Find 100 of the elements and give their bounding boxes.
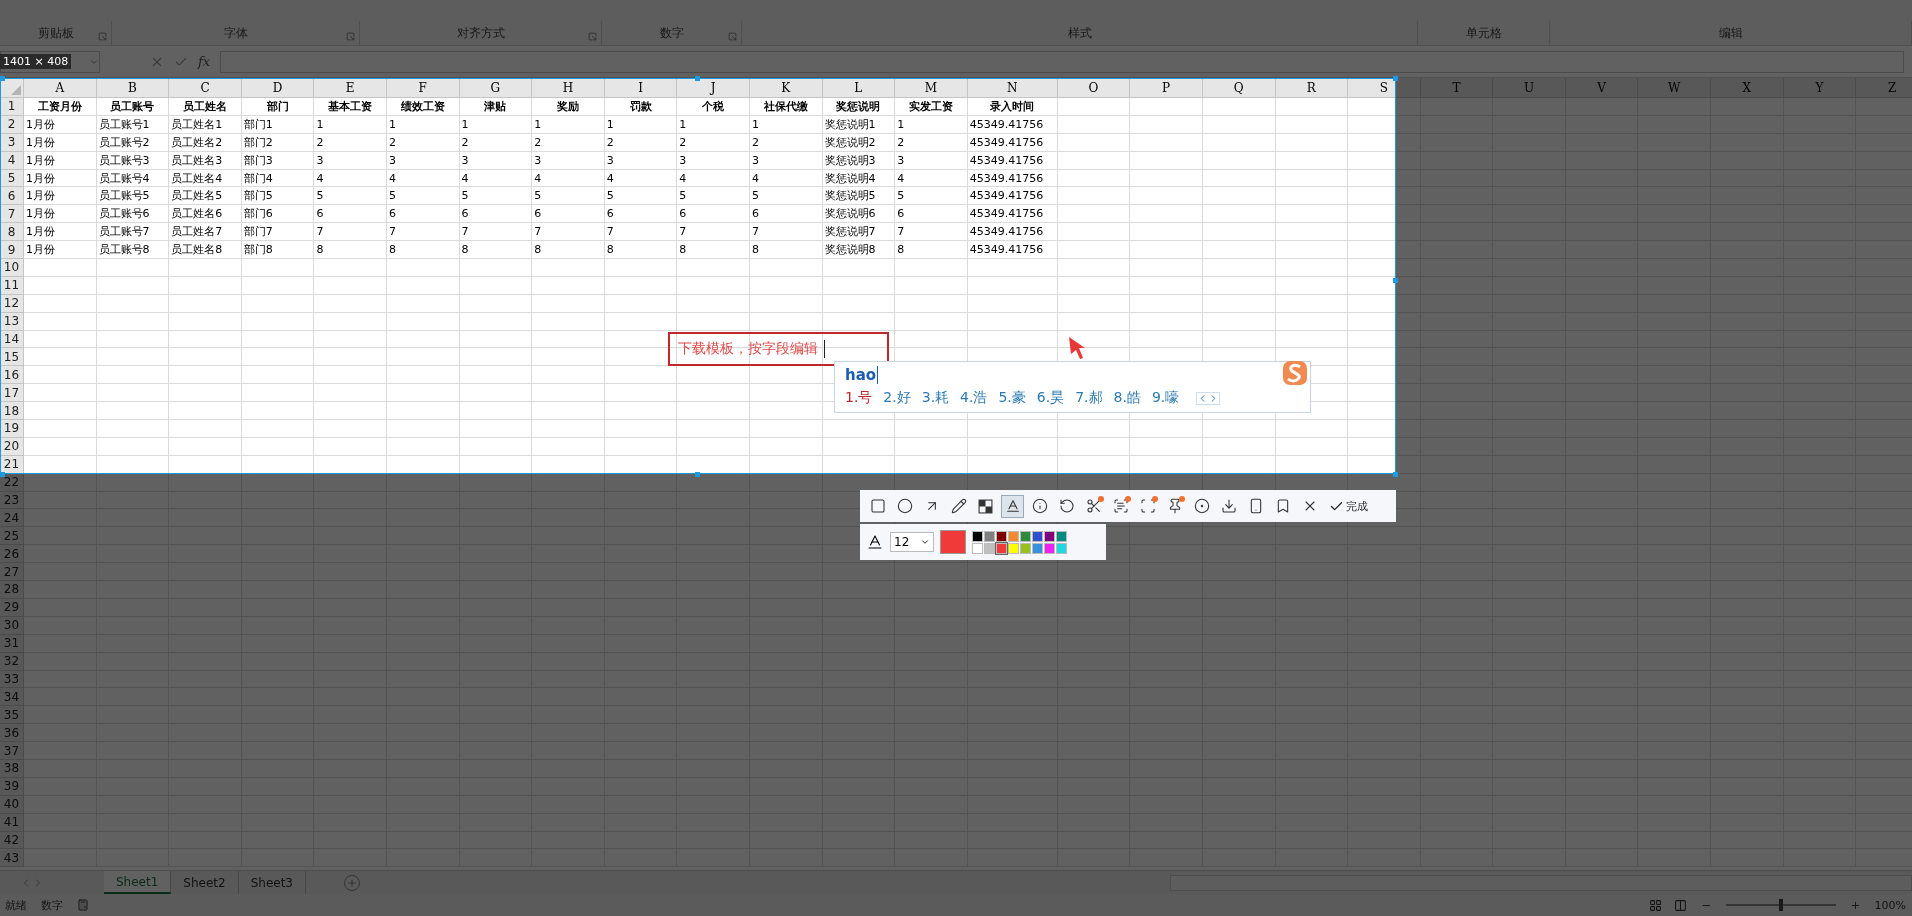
dialog-launcher-icon[interactable] — [588, 32, 597, 41]
table-cell: 45349.41756 — [967, 169, 1058, 188]
table-cell: 5 — [677, 187, 750, 206]
current-color-swatch[interactable] — [940, 530, 966, 554]
resize-handle[interactable] — [0, 472, 5, 477]
resize-handle[interactable] — [1393, 278, 1398, 283]
resize-handle[interactable] — [695, 472, 700, 477]
table-cell: 部门4 — [241, 169, 315, 188]
resize-handle[interactable] — [695, 76, 700, 81]
table-cell: 1 — [532, 115, 605, 134]
table-cell: 4 — [532, 169, 605, 188]
ime-candidate[interactable]: 6.昊 — [1036, 389, 1065, 407]
page-layout-icon[interactable] — [1673, 898, 1687, 912]
normal-view-icon[interactable] — [1648, 898, 1662, 912]
table-cell: 8 — [459, 241, 533, 259]
table-cell: 员工姓名6 — [169, 205, 242, 224]
ime-candidate[interactable]: 8.皓 — [1113, 389, 1141, 407]
color-swatch[interactable] — [1056, 542, 1067, 554]
ime-candidate[interactable]: 7.郝 — [1075, 389, 1103, 407]
ime-candidate[interactable]: 5.豪 — [998, 389, 1026, 407]
column-header[interactable]: M — [895, 78, 968, 98]
color-swatch[interactable] — [1020, 530, 1031, 542]
row-number: 28 — [0, 581, 24, 599]
table-cell: 5 — [895, 187, 968, 206]
ime-candidate[interactable]: 1.号 — [845, 389, 873, 407]
table-cell: 45349.41756 — [967, 133, 1058, 152]
column-header[interactable]: S — [1348, 78, 1421, 98]
row-number: 7 — [0, 205, 24, 224]
column-header[interactable]: A — [24, 78, 97, 98]
table-cell: 员工账号5 — [96, 187, 170, 206]
ime-candidate[interactable]: 9.嚎 — [1151, 389, 1180, 407]
color-swatch[interactable] — [972, 542, 983, 554]
table-cell: 1月份 — [24, 241, 97, 259]
table-cell: 部门3 — [241, 151, 315, 170]
ime-candidate[interactable]: 4.浩 — [960, 389, 988, 407]
row-number: 24 — [0, 509, 24, 528]
rectangle-icon — [869, 498, 886, 514]
font-size-select[interactable]: 12 — [890, 532, 934, 552]
font-size-icon — [866, 533, 884, 551]
table-cell: 5 — [604, 187, 678, 206]
resize-handle[interactable] — [1393, 76, 1398, 81]
column-header[interactable]: C — [169, 78, 242, 98]
color-swatch[interactable] — [984, 542, 995, 554]
table-cell: 奖惩说明5 — [822, 187, 896, 206]
color-swatch[interactable] — [1044, 542, 1055, 554]
dialog-launcher-icon[interactable] — [98, 32, 107, 41]
table-cell: 4 — [677, 169, 750, 188]
cursor-icon — [1068, 336, 1086, 360]
color-swatch[interactable] — [984, 530, 995, 542]
select-all-icon[interactable] — [11, 85, 21, 95]
table-cell: 1 — [895, 115, 968, 134]
dialog-launcher-icon[interactable] — [728, 32, 737, 41]
table-cell: 员工姓名8 — [169, 241, 242, 259]
circle-icon — [896, 498, 913, 514]
resize-handle[interactable] — [0, 76, 5, 81]
column-header[interactable]: P — [1130, 78, 1203, 98]
table-cell: 5 — [386, 187, 460, 206]
column-header[interactable]: H — [532, 78, 605, 98]
table-cell: 6 — [459, 205, 533, 224]
done-button[interactable]: 完成 — [1325, 498, 1372, 514]
color-swatch[interactable] — [1032, 530, 1043, 542]
resize-handle[interactable] — [1393, 472, 1398, 477]
table-cell: 3 — [677, 151, 750, 170]
table-cell: 8 — [895, 241, 968, 259]
capture-frame[interactable] — [0, 78, 1396, 474]
table-cell: 45349.41756 — [967, 205, 1058, 224]
color-swatch[interactable] — [996, 530, 1007, 542]
column-header[interactable]: E — [314, 78, 387, 98]
ime-candidate[interactable]: 2.好 — [883, 389, 911, 407]
table-cell: 7 — [459, 223, 533, 242]
header-cell: 员工姓名 — [169, 98, 242, 116]
status-text: 数字 — [41, 897, 63, 913]
table-cell: 4 — [386, 169, 460, 188]
color-swatch[interactable] — [1008, 530, 1019, 542]
table-cell: 3 — [459, 151, 533, 170]
table-cell: 2 — [604, 133, 678, 152]
color-swatch[interactable] — [1056, 530, 1067, 542]
table-cell: 员工姓名7 — [169, 223, 242, 242]
table-cell: 员工姓名4 — [169, 169, 242, 188]
table-cell: 7 — [386, 223, 460, 242]
table-cell: 奖惩说明8 — [822, 241, 896, 259]
color-swatch[interactable] — [1044, 530, 1055, 542]
row-number: 36 — [0, 724, 24, 743]
color-swatch[interactable] — [1008, 542, 1019, 554]
color-swatch[interactable] — [972, 530, 983, 542]
zoom-in-icon[interactable] — [1849, 899, 1861, 911]
color-swatch[interactable] — [1032, 542, 1043, 554]
row-number: 1 — [0, 98, 24, 116]
calculator-icon[interactable] — [77, 899, 89, 911]
toolbar-button[interactable] — [1001, 494, 1024, 518]
dropdown-icon — [920, 537, 930, 547]
row-number: 34 — [0, 688, 24, 707]
zoom-slider-thumb[interactable] — [1778, 899, 1783, 911]
dialog-launcher-icon[interactable] — [346, 32, 355, 41]
row-number: 26 — [0, 545, 24, 564]
color-swatch[interactable] — [1020, 542, 1031, 554]
color-swatch[interactable] — [996, 542, 1007, 554]
table-cell: 员工账号6 — [96, 205, 170, 224]
table-cell: 7 — [677, 223, 750, 242]
ime-candidate[interactable]: 3.耗 — [921, 389, 950, 407]
